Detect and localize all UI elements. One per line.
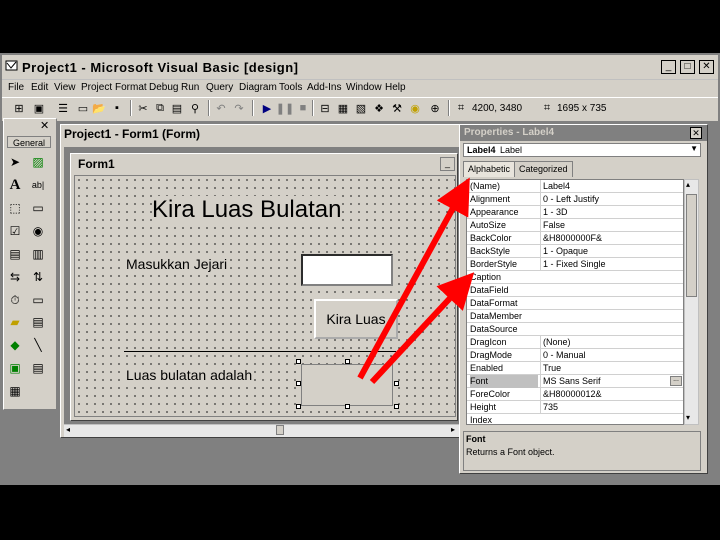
annotation-arrows bbox=[357, 177, 475, 385]
arrow-to-name-property bbox=[357, 177, 470, 380]
